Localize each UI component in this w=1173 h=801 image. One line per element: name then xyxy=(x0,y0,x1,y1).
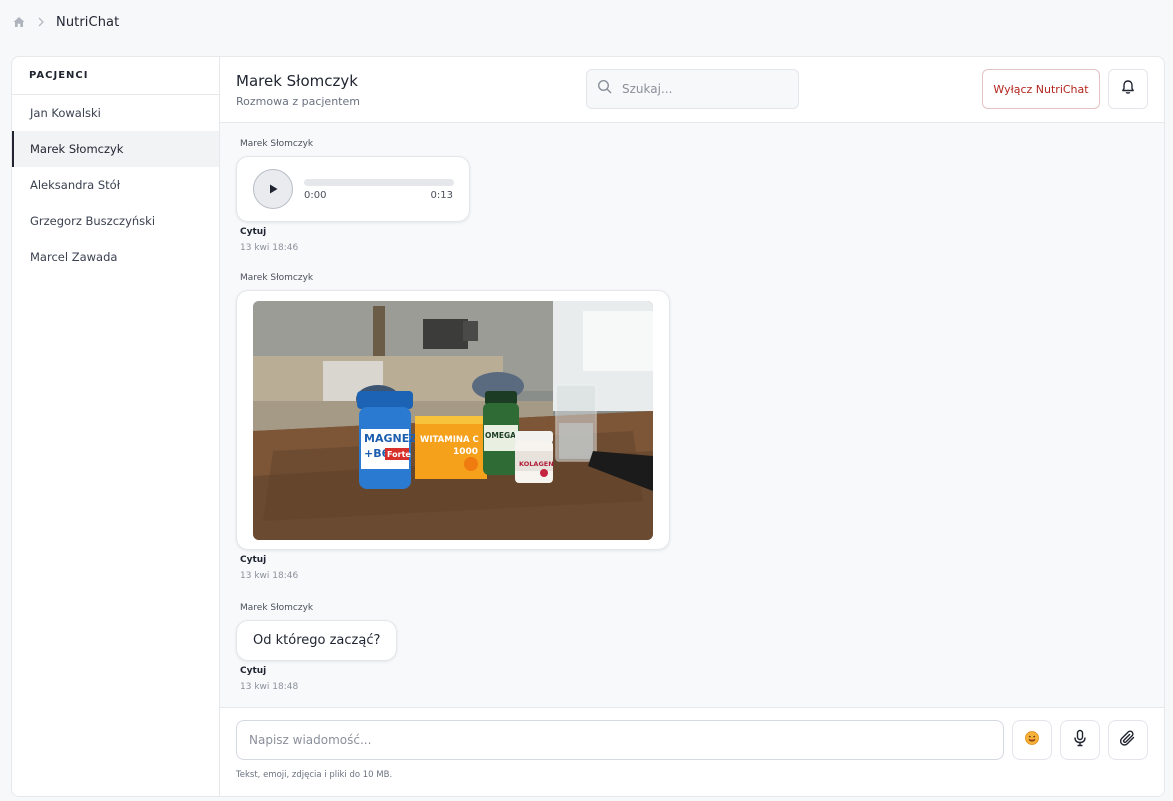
message-author: Marek Słomczyk xyxy=(240,603,314,613)
app-card: PACJENCI Jan Kowalski Marek Słomczyk Ale… xyxy=(11,56,1165,797)
chat-header: Marek Słomczyk Rozmowa z pacjentem Wyłąc… xyxy=(220,57,1164,123)
voice-message-button[interactable] xyxy=(1060,720,1100,760)
composer-hint: Tekst, emoji, zdjęcia i pliki do 10 MB. xyxy=(236,770,393,780)
search-input[interactable] xyxy=(622,82,782,96)
message-item: Marek Słomczyk Od którego zacząć? Cytuj … xyxy=(236,603,398,692)
message-timestamp: 13 kwi 18:48 xyxy=(240,682,299,692)
message-item: Marek Słomczyk MAGNEZ +B6 Forte WITAMINA… xyxy=(236,273,670,581)
box-label-line1: WITAMINA C xyxy=(420,435,479,445)
paperclip-icon xyxy=(1119,729,1137,751)
sidebar-item-patient[interactable]: Marcel Zawada xyxy=(12,239,219,275)
bottle-label-badge: Forte xyxy=(387,450,411,459)
notifications-button[interactable] xyxy=(1108,69,1148,109)
play-button[interactable] xyxy=(253,169,293,209)
sidebar-item-patient[interactable]: Jan Kowalski xyxy=(12,95,219,131)
box-label-line2: 1000 xyxy=(453,447,478,457)
audio-player: 0:00 0:13 xyxy=(236,156,470,222)
message-item: Marek Słomczyk 0:00 0:13 Cytuj 13 kwi 18… xyxy=(236,139,470,253)
jar-label: KOLAGEN xyxy=(519,460,554,468)
chevron-right-icon xyxy=(36,15,46,29)
search-icon xyxy=(597,79,613,99)
quote-link[interactable]: Cytuj xyxy=(240,555,670,565)
attach-file-button[interactable] xyxy=(1108,720,1148,760)
sidebar-item-patient[interactable]: Grzegorz Buszczyński xyxy=(12,203,219,239)
message-author: Marek Słomczyk xyxy=(240,273,314,283)
message-text: Od którego zacząć? xyxy=(236,620,398,661)
quote-link[interactable]: Cytuj xyxy=(240,666,397,676)
image-attachment[interactable]: MAGNEZ +B6 Forte WITAMINA C 1000 OMEGA-3… xyxy=(236,290,670,550)
emoji-icon xyxy=(1024,730,1040,750)
chat-title: Marek Słomczyk xyxy=(236,72,358,90)
audio-progress-track[interactable] xyxy=(304,179,454,186)
bell-icon xyxy=(1120,79,1136,99)
audio-current-time: 0:00 xyxy=(304,190,327,201)
chat-subtitle: Rozmowa z pacjentem xyxy=(236,95,360,108)
audio-duration: 0:13 xyxy=(430,190,453,201)
chat-panel: Marek Słomczyk Rozmowa z pacjentem Wyłąc… xyxy=(220,57,1164,796)
bottle-label-line1: MAGNEZ xyxy=(364,432,417,445)
breadcrumb-current: NutriChat xyxy=(56,14,120,30)
message-author: Marek Słomczyk xyxy=(240,139,314,149)
disable-nutrichat-button[interactable]: Wyłącz NutriChat xyxy=(982,69,1100,109)
sidebar-item-patient-active[interactable]: Marek Słomczyk xyxy=(12,131,219,167)
message-list: Marek Słomczyk 0:00 0:13 Cytuj 13 kwi 18… xyxy=(220,123,1164,707)
search-box[interactable] xyxy=(586,69,799,109)
play-icon xyxy=(267,180,279,199)
breadcrumb: NutriChat xyxy=(12,12,119,32)
message-input[interactable] xyxy=(236,720,1004,760)
message-timestamp: 13 kwi 18:46 xyxy=(240,571,299,581)
patients-sidebar: PACJENCI Jan Kowalski Marek Słomczyk Ale… xyxy=(12,57,220,796)
quote-link[interactable]: Cytuj xyxy=(240,227,470,237)
supplements-photo: MAGNEZ +B6 Forte WITAMINA C 1000 OMEGA-3… xyxy=(253,301,653,540)
microphone-icon xyxy=(1072,729,1088,751)
sidebar-header: PACJENCI xyxy=(12,57,219,95)
message-composer: Tekst, emoji, zdjęcia i pliki do 10 MB. xyxy=(220,707,1164,796)
emoji-button[interactable] xyxy=(1012,720,1052,760)
home-icon[interactable] xyxy=(12,15,26,29)
sidebar-item-patient[interactable]: Aleksandra Stół xyxy=(12,167,219,203)
message-timestamp: 13 kwi 18:46 xyxy=(240,243,299,253)
